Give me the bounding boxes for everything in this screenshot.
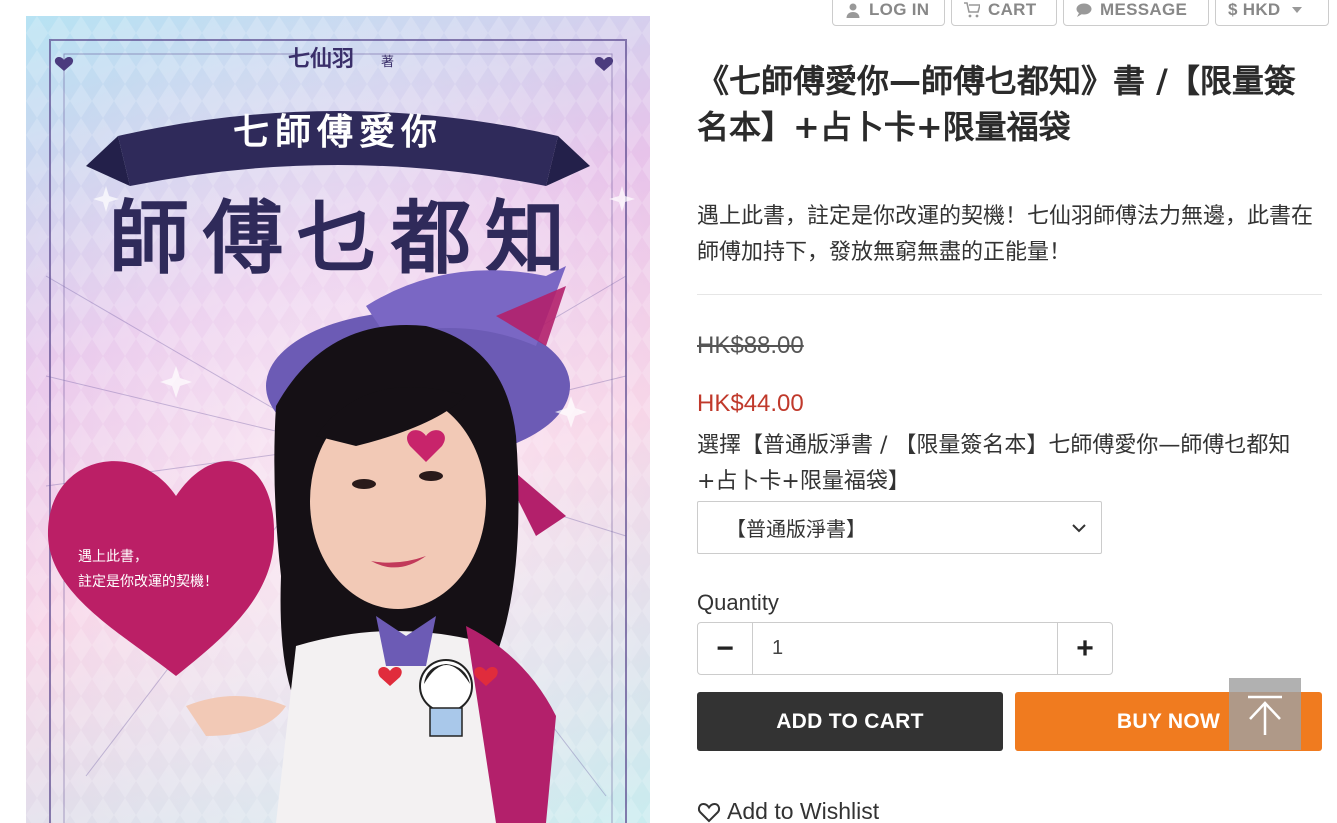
- chevron-down-icon: [1072, 524, 1086, 533]
- cover-heart-line1: 遇上此書，: [78, 549, 148, 565]
- product-description: 遇上此書，註定是你改運的契機！七仙羽師傅法力無邊，此書在師傅加持下，發放無窮無盡…: [697, 204, 1314, 265]
- message-label: MESSAGE: [1100, 0, 1188, 19]
- currency-selector[interactable]: $ HKD: [1215, 0, 1329, 26]
- heart-outline-icon: [697, 802, 721, 822]
- caret-down-icon: [1291, 7, 1302, 13]
- user-icon: [846, 3, 860, 18]
- variant-label: 選擇【普通版淨書 / 【限量簽名本】七師傅愛你—師傅乜都知+占卜卡+限量福袋】: [697, 433, 1291, 494]
- arrow-up-icon: [1248, 695, 1282, 735]
- quantity-decrease-button[interactable]: −: [697, 622, 753, 675]
- message-button[interactable]: MESSAGE: [1063, 0, 1209, 26]
- add-to-wishlist-link[interactable]: Add to Wishlist: [697, 798, 879, 823]
- cart-label: CART: [988, 0, 1037, 19]
- product-image[interactable]: 七仙羽 著 七師傅愛你 師傅乜都知 遇上此書， 註定是你改運的契機！: [26, 16, 650, 823]
- login-label: LOG IN: [869, 0, 930, 19]
- wishlist-label: Add to Wishlist: [727, 798, 880, 823]
- cart-icon: [964, 2, 980, 18]
- variant-select[interactable]: 【普通版淨書】: [697, 501, 1102, 554]
- original-price: HK$88.00: [697, 332, 804, 359]
- divider: [697, 294, 1322, 295]
- quantity-increase-button[interactable]: +: [1057, 622, 1113, 675]
- back-to-top-button[interactable]: [1229, 678, 1301, 750]
- sale-price: HK$44.00: [697, 390, 804, 417]
- cover-author: 七仙羽: [288, 46, 354, 72]
- quantity-label: Quantity: [697, 590, 779, 615]
- quantity-stepper: − 1 +: [697, 622, 1113, 675]
- cover-banner-title: 七師傅愛你: [233, 111, 443, 153]
- add-to-cart-button[interactable]: ADD TO CART: [697, 692, 1003, 751]
- chat-icon: [1076, 3, 1092, 17]
- quantity-input[interactable]: 1: [753, 622, 1057, 675]
- cart-button[interactable]: CART: [951, 0, 1057, 26]
- currency-label: $ HKD: [1228, 0, 1281, 19]
- product-title: 《七師傅愛你—師傅乜都知》書 /【限量簽名本】+占卜卡+限量福袋: [697, 62, 1296, 146]
- top-nav: LOG IN CART MESSAGE $ HKD: [832, 0, 1329, 26]
- cover-heart-line2: 註定是你改運的契機！: [78, 574, 218, 590]
- login-button[interactable]: LOG IN: [832, 0, 945, 26]
- variant-selected-value: 【普通版淨書】: [726, 517, 866, 541]
- cover-author-suffix: 著: [381, 55, 394, 70]
